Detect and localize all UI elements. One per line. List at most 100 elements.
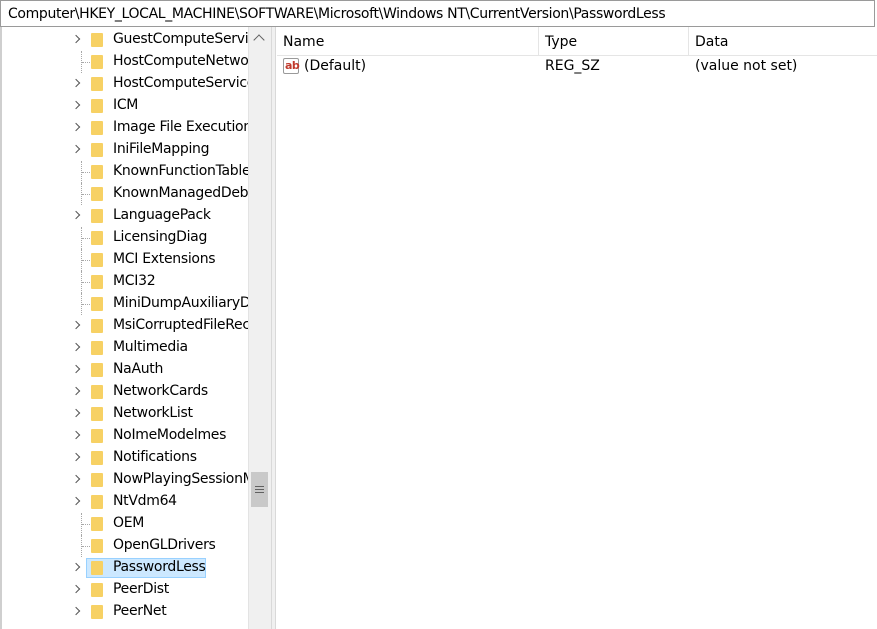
tree-item[interactable]: Notifications [0, 447, 248, 469]
value-type: REG_SZ [545, 58, 600, 74]
chevron-right-icon[interactable] [71, 34, 81, 44]
folder-icon [91, 473, 106, 487]
tree-item-label: ICM [113, 97, 139, 113]
tree-item[interactable]: KnownManagedDebuggingDlls [0, 183, 271, 205]
folder-back [91, 253, 103, 267]
value-row-default[interactable]: ab (Default) REG_SZ (value not set) [277, 56, 877, 78]
tree-item-label: MCI32 [113, 273, 156, 289]
folder-icon [91, 165, 106, 179]
folder-back [91, 319, 103, 333]
folder-back [91, 33, 103, 47]
grip-line [255, 486, 264, 487]
address-bar[interactable]: Computer\HKEY_LOCAL_MACHINE\SOFTWARE\Mic… [0, 0, 875, 27]
folder-back [91, 539, 103, 553]
column-header-name-label: Name [283, 34, 325, 50]
chevron-right-icon[interactable] [71, 122, 81, 132]
folder-back [91, 583, 103, 597]
folder-icon [91, 605, 106, 619]
folder-icon [91, 33, 106, 47]
tree-item[interactable]: Multimedia [0, 337, 248, 359]
chevron-right-icon[interactable] [71, 320, 81, 330]
chevron-right-icon[interactable] [71, 144, 81, 154]
tree-item[interactable]: IniFileMapping [0, 139, 248, 161]
folder-icon [91, 77, 106, 91]
tree-item-label: NetworkList [113, 405, 193, 421]
tree-item[interactable]: PasswordLess [0, 557, 248, 579]
chevron-right-icon[interactable] [71, 210, 81, 220]
tree-item[interactable]: NtVdm64 [0, 491, 248, 513]
tree-item[interactable]: Image File Execution Options [0, 117, 271, 139]
scrollbar-thumb[interactable] [251, 472, 268, 507]
tree-item-label: Notifications [113, 449, 197, 465]
chevron-right-icon[interactable] [71, 452, 81, 462]
tree-item[interactable]: MCI Extensions [0, 249, 248, 271]
folder-icon [91, 385, 106, 399]
chevron-right-icon[interactable] [71, 562, 81, 572]
chevron-right-icon[interactable] [71, 100, 81, 110]
chevron-right-icon[interactable] [71, 342, 81, 352]
tree-item[interactable]: ICM [0, 95, 248, 117]
folder-icon [91, 209, 106, 223]
folder-icon [91, 561, 106, 575]
tree-item-label: LicensingDiag [113, 229, 208, 245]
tree-item[interactable]: HostComputeNetwork [0, 51, 262, 73]
folder-back [91, 275, 103, 289]
tree-guide-line [82, 172, 90, 173]
tree-item[interactable]: MCI32 [0, 271, 248, 293]
chevron-right-icon[interactable] [71, 474, 81, 484]
tree-item-label: OpenGLDrivers [113, 537, 216, 553]
tree-guide-line [82, 546, 90, 547]
folder-icon [91, 121, 106, 135]
tree-item[interactable]: NetworkCards [0, 381, 248, 403]
registry-tree[interactable]: GuestComputeService HostComputeNetwork Hos… [0, 27, 271, 629]
column-header-type[interactable]: Type [539, 27, 689, 55]
chevron-right-icon[interactable] [71, 606, 81, 616]
chevron-right-icon[interactable] [71, 430, 81, 440]
folder-icon [91, 539, 106, 553]
tree-item[interactable]: OEM [0, 513, 248, 535]
folder-back [91, 121, 103, 135]
chevron-right-icon[interactable] [71, 78, 81, 88]
folder-icon [91, 583, 106, 597]
tree-item[interactable]: LanguagePack [0, 205, 248, 227]
tree-item[interactable]: NoImeModelmes [0, 425, 248, 447]
chevron-right-icon[interactable] [71, 496, 81, 506]
folder-icon [91, 363, 106, 377]
tree-guide-line [82, 524, 90, 525]
values-list[interactable]: Name Type Data ab (Default) REG_SZ (valu… [277, 27, 877, 629]
folder-icon [91, 407, 106, 421]
scroll-up-arrow-icon[interactable] [253, 34, 265, 46]
pane-splitter[interactable] [271, 27, 276, 629]
folder-back [91, 341, 103, 355]
tree-item-label: GuestComputeService [113, 31, 265, 47]
chevron-right-icon[interactable] [71, 408, 81, 418]
chevron-right-icon[interactable] [71, 584, 81, 594]
chevron-right-icon[interactable] [71, 364, 81, 374]
column-header-data[interactable]: Data [689, 27, 877, 55]
folder-icon [91, 253, 106, 267]
tree-item[interactable]: HostComputeService [0, 73, 255, 95]
tree-item[interactable]: OpenGLDrivers [0, 535, 248, 557]
tree-item-label: NtVdm64 [113, 493, 177, 509]
value-data: (value not set) [695, 58, 798, 74]
chevron-right-icon[interactable] [71, 386, 81, 396]
tree-item[interactable]: NaAuth [0, 359, 248, 381]
tree-item[interactable]: KnownFunctionTableDlls [0, 161, 271, 183]
tree-item[interactable]: NetworkList [0, 403, 248, 425]
folder-back [91, 143, 103, 157]
tree-scrollbar[interactable] [248, 27, 271, 629]
folder-back [91, 99, 103, 113]
column-header-name[interactable]: Name [277, 27, 539, 55]
folder-icon [91, 429, 106, 443]
tree-item[interactable]: PeerDist [0, 579, 248, 601]
grip-line [255, 489, 264, 490]
address-path[interactable]: Computer\HKEY_LOCAL_MACHINE\SOFTWARE\Mic… [8, 6, 666, 22]
tree-item[interactable]: MiniDumpAuxiliaryDlls [0, 293, 265, 315]
tree-item[interactable]: GuestComputeService [0, 29, 264, 51]
folder-back [91, 407, 103, 421]
tree-item[interactable]: PeerNet [0, 601, 248, 623]
tree-item[interactable]: MsiCorruptedFileRecovery [0, 315, 271, 337]
tree-item[interactable]: NowPlayingSessionManager [0, 469, 271, 491]
folder-back [91, 231, 103, 245]
tree-item[interactable]: LicensingDiag [0, 227, 248, 249]
